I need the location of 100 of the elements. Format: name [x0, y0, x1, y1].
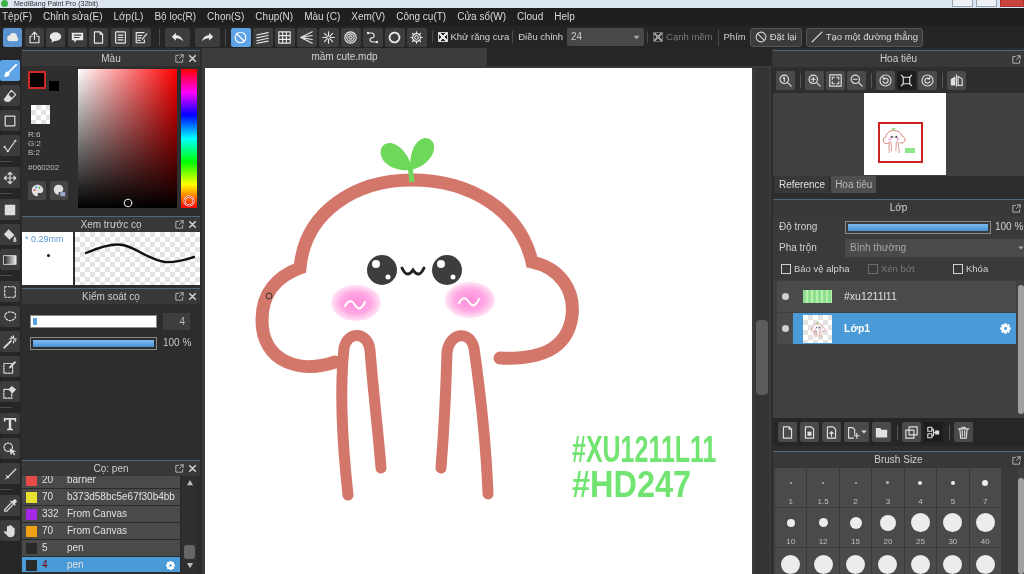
pop-out-icon[interactable]: [175, 292, 184, 301]
menu-item[interactable]: Cloud: [517, 11, 544, 23]
menu-item[interactable]: Chọn(S): [207, 11, 245, 23]
menu-item[interactable]: Help: [554, 11, 575, 23]
background-swatch-icon[interactable]: [47, 79, 61, 93]
pop-out-icon[interactable]: [175, 220, 184, 229]
ruler-button[interactable]: [318, 27, 339, 47]
brush-size-cell[interactable]: [839, 548, 873, 574]
layer-button[interactable]: [844, 422, 869, 442]
brush-size-cell[interactable]: [872, 548, 905, 574]
scroll-down-icon[interactable]: [185, 562, 194, 569]
brush-size-cell[interactable]: 25: [904, 508, 938, 548]
brush-size-cell[interactable]: 20: [872, 508, 905, 548]
brush-size-cell[interactable]: 4: [904, 468, 938, 508]
visibility-dot-icon[interactable]: [781, 293, 789, 300]
hue-slider-thumb[interactable]: [183, 195, 195, 208]
brush-list-item[interactable]: 4 pen: [22, 557, 180, 572]
panel-tab[interactable]: Hoa tiêu: [831, 176, 877, 193]
brush-size-cell[interactable]: 2: [839, 468, 873, 508]
redo-button[interactable]: [194, 27, 220, 47]
navigator-button[interactable]: [876, 70, 895, 90]
navigator-button[interactable]: [826, 70, 845, 90]
reset-button[interactable]: Đặt lại: [749, 27, 802, 47]
toolbar-button[interactable]: [3, 27, 22, 47]
brush-size-cell[interactable]: 1.5: [807, 468, 840, 508]
transparent-swatch-icon[interactable]: [31, 105, 50, 124]
brush-size-slider[interactable]: [30, 314, 157, 328]
brush-size-cell[interactable]: [904, 548, 938, 574]
brush-size-cell[interactable]: [807, 548, 840, 574]
pop-out-icon[interactable]: [1012, 54, 1021, 64]
brush-list-item[interactable]: 5 pen: [22, 540, 180, 556]
navigator-button[interactable]: [776, 70, 795, 90]
menu-item[interactable]: Lớp(L): [113, 11, 144, 23]
panel-tab[interactable]: Reference: [775, 176, 830, 193]
tool-button[interactable]: [0, 520, 20, 541]
ruler-button[interactable]: [340, 27, 361, 47]
menu-item[interactable]: Chỉnh sửa(E): [43, 11, 103, 23]
correction-dropdown[interactable]: 24: [567, 28, 645, 46]
brush-size-cell[interactable]: 7: [969, 468, 1002, 508]
ruler-button[interactable]: [230, 27, 251, 47]
brush-size-cell[interactable]: [969, 548, 1002, 574]
toolbar-button[interactable]: [89, 27, 108, 47]
layer-button[interactable]: [954, 422, 973, 442]
layer-button[interactable]: [924, 422, 943, 442]
toolbar-button[interactable]: [24, 27, 44, 47]
layer-button[interactable]: [902, 422, 921, 442]
ruler-button[interactable]: [274, 27, 295, 47]
layer-button[interactable]: [872, 422, 891, 442]
tool-button[interactable]: [0, 356, 20, 377]
brush-size-cell[interactable]: [775, 548, 808, 574]
brush-size-cell[interactable]: 1: [775, 468, 808, 508]
ruler-button[interactable]: [362, 27, 383, 47]
brush-list-item[interactable]: 70 b373d58bc5e67f30b4bb: [22, 489, 180, 505]
straight-line-button[interactable]: Tạo một đường thẳng: [805, 27, 923, 47]
visibility-dot-icon[interactable]: [781, 325, 789, 332]
brush-size-cell[interactable]: 15: [839, 508, 873, 548]
menu-item[interactable]: Công cụ(T): [396, 11, 447, 23]
menu-item[interactable]: Cửa sổ(W): [457, 11, 507, 23]
menu-item[interactable]: Chụp(N): [255, 11, 294, 23]
tool-button[interactable]: [0, 381, 20, 402]
hue-slider[interactable]: [181, 69, 197, 208]
close-icon[interactable]: [188, 464, 197, 473]
tool-button[interactable]: [0, 331, 20, 352]
tool-button[interactable]: [0, 249, 20, 270]
brush-size-cell[interactable]: 12: [807, 508, 840, 548]
ruler-button[interactable]: [252, 27, 273, 47]
tool-button[interactable]: [0, 495, 20, 516]
ruler-button[interactable]: [406, 27, 427, 47]
tool-button[interactable]: [0, 110, 20, 131]
navigator-button[interactable]: [805, 70, 824, 90]
tool-button[interactable]: [0, 199, 20, 220]
menu-item[interactable]: Tệp(F): [2, 11, 32, 23]
tool-button[interactable]: [0, 413, 20, 434]
pop-out-icon[interactable]: [1012, 455, 1021, 465]
brush-size-cell[interactable]: 3: [872, 468, 905, 508]
brush-list-item[interactable]: 20 barner: [22, 476, 180, 488]
tool-button[interactable]: [0, 135, 20, 156]
layer-button[interactable]: [800, 422, 819, 442]
brush-size-cell[interactable]: 10: [775, 508, 808, 548]
scroll-up-icon[interactable]: [185, 479, 194, 486]
ruler-button[interactable]: [384, 27, 405, 47]
brush-size-cell[interactable]: [937, 548, 970, 574]
brush-size-cell[interactable]: 5: [937, 468, 970, 508]
tool-button[interactable]: [0, 167, 20, 188]
tool-button[interactable]: [0, 306, 20, 327]
close-icon[interactable]: [188, 220, 197, 229]
toolbar-button[interactable]: [46, 27, 65, 47]
color-field[interactable]: [78, 69, 177, 208]
palette-button[interactable]: [28, 180, 46, 200]
close-icon[interactable]: [188, 292, 197, 301]
toolbar-button[interactable]: [67, 27, 87, 47]
scrollbar-thumb[interactable]: [184, 545, 195, 559]
brush-size-field[interactable]: 4: [163, 312, 190, 330]
document-tab[interactable]: mầm cute.mdp: [202, 48, 487, 66]
brush-size-cell[interactable]: 40: [969, 508, 1002, 548]
brush-list-item[interactable]: 332 From Canvas: [22, 506, 180, 522]
navigator-button[interactable]: [897, 70, 916, 90]
brush-list-item[interactable]: 70 From Canvas: [22, 523, 180, 539]
menu-item[interactable]: Xem(V): [351, 11, 386, 23]
toolbar-button[interactable]: [132, 27, 151, 47]
